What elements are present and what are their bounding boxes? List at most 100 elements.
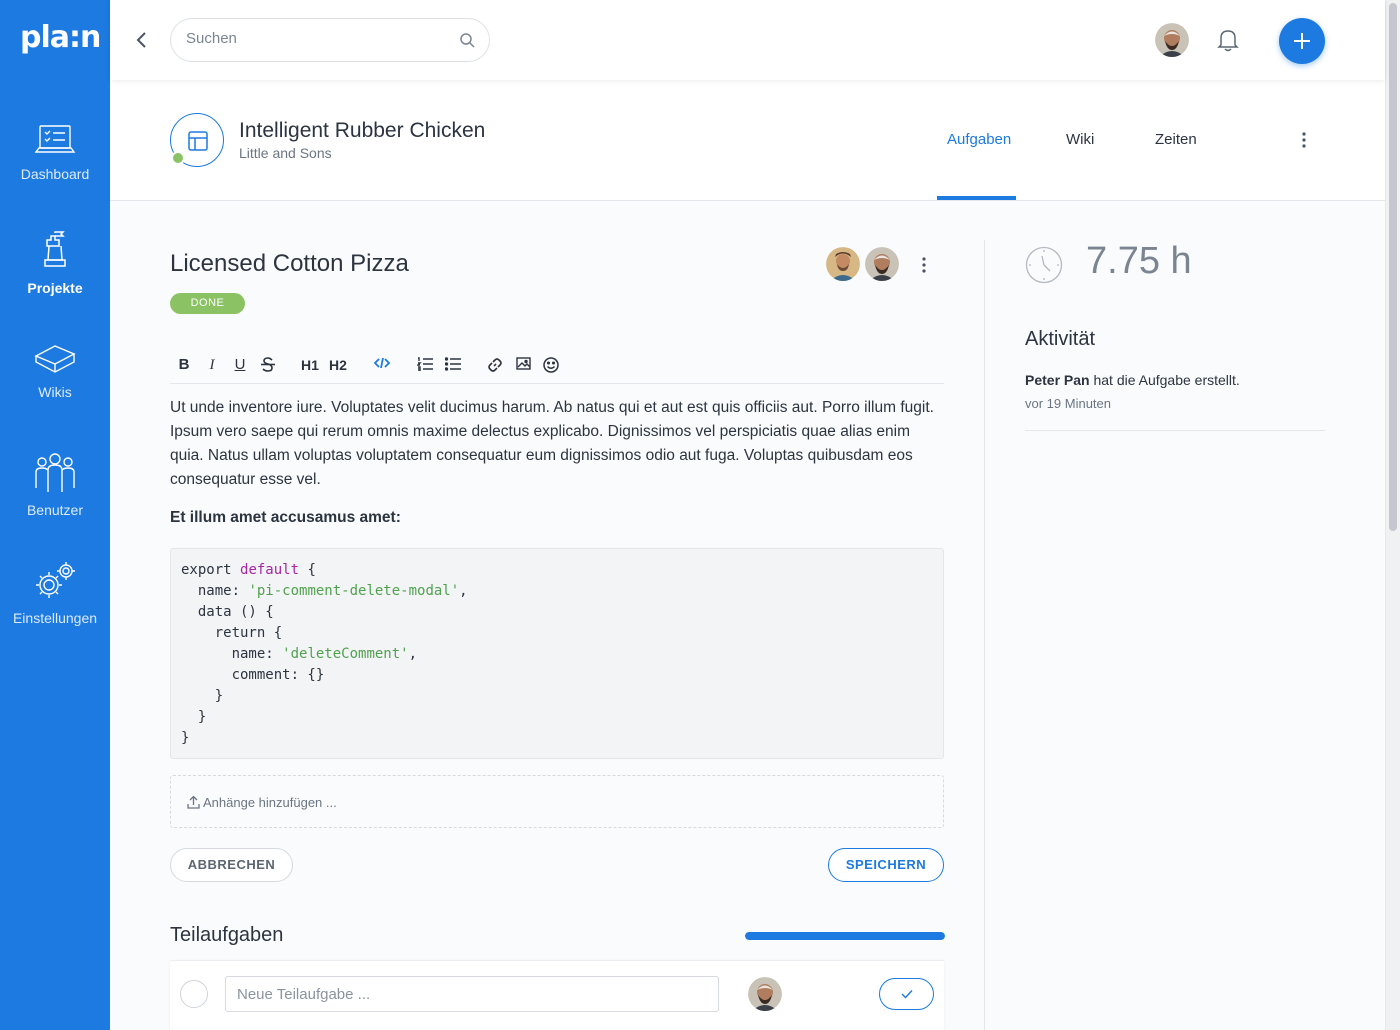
new-subtask-row <box>170 960 944 1030</box>
heading1-button[interactable]: H1 <box>300 354 320 376</box>
confirm-subtask-button[interactable] <box>879 978 934 1010</box>
link-icon <box>488 358 502 372</box>
link-button[interactable] <box>486 354 504 376</box>
code-text: } <box>181 730 190 746</box>
subtask-assignee-avatar[interactable] <box>748 977 782 1011</box>
save-button[interactable]: SPEICHERN <box>828 848 944 882</box>
upload-icon <box>187 796 200 809</box>
sidebar-item-label: Einstellungen <box>12 610 98 626</box>
scrollbar-thumb[interactable] <box>1389 3 1397 531</box>
task-more-icon[interactable] <box>920 256 928 274</box>
search-box <box>170 18 490 62</box>
code-text: } <box>181 709 207 725</box>
sidebar-item-label: Benutzer <box>26 502 84 518</box>
sidebar-item-label: Projekte <box>27 280 83 296</box>
status-badge[interactable]: DONE <box>170 293 245 314</box>
project-title: Intelligent Rubber Chicken <box>239 119 486 142</box>
sidebar-item-settings[interactable]: Einstellungen <box>0 560 110 670</box>
back-button[interactable] <box>130 28 154 52</box>
activity-timestamp: vor 19 Minuten <box>1025 396 1111 411</box>
user-avatar[interactable] <box>1155 23 1189 57</box>
app-logo[interactable]: pla:n <box>20 20 101 55</box>
projects-icon <box>44 231 66 267</box>
sidebar-item-wikis[interactable]: Wikis <box>0 342 110 452</box>
code-icon <box>374 357 390 369</box>
active-tab-indicator <box>937 196 1016 200</box>
clock-icon <box>1025 246 1063 284</box>
activity-action: hat die Aufgabe erstellt. <box>1093 372 1240 388</box>
tab-wiki[interactable]: Wiki <box>1066 131 1094 148</box>
code-button[interactable] <box>372 354 392 376</box>
subtasks-progress-bar <box>745 932 945 940</box>
search-icon[interactable] <box>459 32 475 48</box>
sidebar: pla:n Dashboard Projekte Wikis Benutzer … <box>0 0 110 1030</box>
tracked-hours: 7.75 h <box>1086 240 1192 282</box>
task-description[interactable]: Ut unde inventore iure. Voluptates velit… <box>170 396 946 492</box>
ordered-list-icon <box>417 357 433 371</box>
attachments-dropzone[interactable]: Anhänge hinzufügen ... <box>170 775 944 828</box>
page-scrollbar[interactable] <box>1385 0 1400 1030</box>
italic-button[interactable]: I <box>204 354 220 376</box>
cancel-button[interactable]: ABBRECHEN <box>170 848 293 882</box>
underline-button[interactable]: U <box>232 354 248 376</box>
activity-user[interactable]: Peter Pan <box>1025 372 1090 388</box>
search-input[interactable] <box>186 30 446 47</box>
description-subheading: Et illum amet accusamus amet: <box>170 509 401 526</box>
layout-icon <box>188 131 208 151</box>
top-bar <box>110 0 1385 80</box>
sidebar-item-dashboard[interactable]: Dashboard <box>0 122 110 232</box>
subtasks-progress-fill <box>745 932 945 940</box>
heading2-button[interactable]: H2 <box>328 354 348 376</box>
code-text: name: <box>181 646 283 662</box>
chevron-left-icon <box>136 32 146 48</box>
code-text: name: <box>181 583 249 599</box>
project-more-icon[interactable] <box>1300 131 1308 149</box>
dashboard-icon <box>34 125 76 153</box>
bullet-list-button[interactable] <box>444 354 462 376</box>
code-text: , <box>459 583 468 599</box>
attachments-label: Anhänge hinzufügen ... <box>203 795 337 810</box>
column-divider <box>984 240 985 1030</box>
emoji-button[interactable] <box>542 354 560 376</box>
sidebar-item-label: Wikis <box>38 384 72 400</box>
code-string: 'pi-comment-delete-modal' <box>248 583 460 599</box>
bell-icon[interactable] <box>1217 28 1239 52</box>
code-text: data () { <box>181 604 274 620</box>
ordered-list-button[interactable] <box>416 354 434 376</box>
subtasks-heading: Teilaufgaben <box>170 924 284 946</box>
bold-button[interactable]: B <box>176 354 192 376</box>
subtask-checkbox[interactable] <box>180 980 208 1008</box>
code-text: } <box>181 688 224 704</box>
code-text: { <box>299 562 316 578</box>
code-text: return { <box>181 625 283 641</box>
new-subtask-input[interactable] <box>225 976 719 1012</box>
smiley-icon <box>543 357 559 373</box>
bullet-list-icon <box>445 357 461 371</box>
wiki-book-icon <box>34 345 76 373</box>
code-string: 'deleteComment' <box>282 646 409 662</box>
image-button[interactable] <box>514 354 532 376</box>
project-subtitle: Little and Sons <box>239 145 332 161</box>
strikethrough-button[interactable] <box>260 354 276 376</box>
activity-heading: Aktivität <box>1025 328 1096 350</box>
sidebar-item-users[interactable]: Benutzer <box>0 450 110 560</box>
users-icon <box>35 453 75 492</box>
project-status-dot <box>171 151 185 165</box>
add-button[interactable] <box>1279 18 1325 64</box>
code-text: , <box>408 646 418 662</box>
tab-aufgaben[interactable]: Aufgaben <box>947 131 1011 148</box>
code-text: comment: {} <box>181 667 325 683</box>
tab-zeiten[interactable]: Zeiten <box>1155 131 1197 148</box>
checkmark-icon <box>901 990 913 999</box>
code-block[interactable]: export default { name: 'pi-comment-delet… <box>170 548 944 759</box>
plus-icon <box>1294 33 1310 49</box>
assignee-avatar[interactable] <box>826 247 860 281</box>
sidebar-item-projects[interactable]: Projekte <box>0 230 110 340</box>
assignee-avatar[interactable] <box>865 247 899 281</box>
code-text: export <box>181 562 241 578</box>
code-keyword: default <box>240 562 300 578</box>
project-header: Intelligent Rubber Chicken Little and So… <box>110 80 1385 201</box>
editor-toolbar: B I U H1 H2 <box>170 350 944 384</box>
gear-icon <box>36 562 75 598</box>
task-title[interactable]: Licensed Cotton Pizza <box>170 250 409 278</box>
